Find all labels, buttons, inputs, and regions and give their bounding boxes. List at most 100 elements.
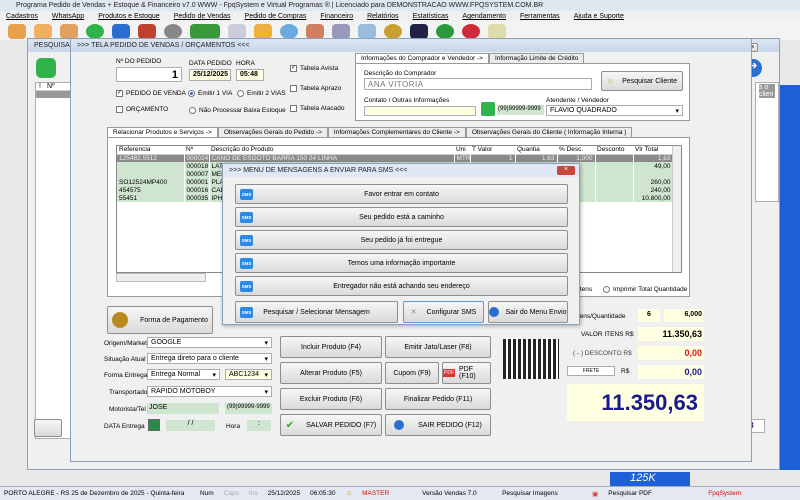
menu-agendamento[interactable]: Agendamento xyxy=(462,13,506,22)
tabela-aprazo-checkbox[interactable]: Tabela Aprazo xyxy=(290,85,341,92)
grid-scrollbar[interactable] xyxy=(672,146,681,272)
buyer-field[interactable]: ANA VITORIA xyxy=(364,78,592,90)
tabela-avista-checkbox[interactable]: ✓ Tabela Avista xyxy=(290,65,338,72)
tab-produtos[interactable]: Relacionar Produtos e Serviços -> xyxy=(107,127,218,137)
whatsapp-icon[interactable] xyxy=(86,24,104,39)
seller-select[interactable]: FLAVIO QUADRADO ▾ xyxy=(546,105,683,116)
users-icon[interactable] xyxy=(60,24,78,39)
folder-icon[interactable] xyxy=(254,24,272,39)
coin-icon[interactable] xyxy=(384,24,402,39)
column-header[interactable]: T Valor xyxy=(470,146,515,154)
menu-relatorios[interactable]: Relatórios xyxy=(367,13,399,22)
emitir-button[interactable]: Emitir Jato/Laser (F8) xyxy=(385,336,491,358)
boxes-icon[interactable] xyxy=(306,24,324,39)
entrega-select[interactable]: Entrega Normal ▾ xyxy=(147,369,220,380)
column-header[interactable]: Nº xyxy=(184,146,209,154)
tab-info-complementares[interactable]: Informações Complementares do Cliente -> xyxy=(327,127,466,137)
motorista-tel-field[interactable]: (99)99999-9999 xyxy=(225,403,272,414)
sms-message-button[interactable]: SMS Seu pedido já foi entregue xyxy=(235,230,568,250)
cash-icon[interactable] xyxy=(190,24,220,39)
column-header[interactable]: Referencia xyxy=(117,146,184,154)
search-pdf-button[interactable]: Pesquisar PDF xyxy=(608,490,668,497)
sms-message-button[interactable]: SMS Seu pedido está a caminho xyxy=(235,207,568,227)
menu-ferramentas[interactable]: Ferramentas xyxy=(520,13,560,22)
menu-pedido-vendas[interactable]: Pedido de Vendas xyxy=(174,13,231,22)
tab-observacoes-cliente[interactable]: Observações Gerais do Cliente ( Informaç… xyxy=(465,127,633,137)
sms-message-button[interactable]: SMS Favor entrar em contato xyxy=(235,184,568,204)
data-entrega-field[interactable]: / / xyxy=(166,420,215,431)
sms-message-button[interactable]: SMS Entregador não está achando seu ender… xyxy=(235,276,568,296)
date-field[interactable]: 25/12/2025 xyxy=(189,69,231,81)
column-header[interactable]: Uni xyxy=(454,146,470,154)
origem-select[interactable]: GOOGLE ▾ xyxy=(147,337,272,348)
search-client-button[interactable]: ☺ Pesquisar Cliente xyxy=(601,71,683,91)
tab-buyer-info[interactable]: Informações do Comprador e Vendedor -> xyxy=(355,53,489,63)
nao-processar-radio[interactable]: Não Processar Baixa Estoque xyxy=(189,107,286,114)
calendar-icon[interactable] xyxy=(148,419,160,431)
book-icon[interactable] xyxy=(410,24,428,39)
alterar-produto-button[interactable]: Alterar Produto (F5) xyxy=(280,362,382,384)
sms-message-button[interactable]: SMS Temos uma informação importante xyxy=(235,253,568,273)
clients-icon[interactable] xyxy=(8,24,26,39)
globe-icon[interactable] xyxy=(280,24,298,39)
menu-estatisticas[interactable]: Estatísticas xyxy=(413,13,449,22)
excluir-produto-button[interactable]: Excluir Produto (F6) xyxy=(280,388,382,410)
table-row[interactable]: 125482.5512 000024 CANO DE ESGOTO BARRA 15… xyxy=(117,154,674,162)
cart-icon[interactable] xyxy=(138,24,156,39)
search-list-right[interactable]: s o clien xyxy=(755,82,779,202)
hora-field[interactable]: : xyxy=(247,420,271,431)
print-total-qty-radio[interactable]: Imprimir Total Quantidade xyxy=(603,286,687,293)
sair-pedido-button[interactable]: SAIR PEDIDO (F12) xyxy=(385,414,491,436)
config-sms-button[interactable]: ✕ Configurar SMS xyxy=(403,301,484,323)
tab-credit-limit[interactable]: Informação Limite de Crédito xyxy=(488,53,585,63)
menu-cadastros[interactable]: Cadastros xyxy=(6,13,38,22)
power-on-icon[interactable] xyxy=(436,24,454,39)
sms-search-button[interactable]: SMS Pesquisar / Selecionar Mensagem xyxy=(235,301,398,323)
tab-observacoes-pedido[interactable]: Observações Gerais do Pedido -> xyxy=(217,127,328,137)
menu-financeiro[interactable]: Financeiro xyxy=(320,13,353,22)
frete-field[interactable]: FRETE xyxy=(567,366,615,376)
column-header[interactable]: Quantia xyxy=(515,146,557,154)
user-icon[interactable] xyxy=(34,24,52,39)
refresh-button[interactable] xyxy=(34,419,62,437)
menu-pedido-compras[interactable]: Pedido de Compras xyxy=(245,13,307,22)
emitir-1via-radio[interactable]: Emitir 1 VIA xyxy=(188,90,232,97)
grid-horizontal-scrollbar[interactable] xyxy=(116,273,206,282)
incluir-produto-button[interactable]: Incluir Produto (F4) xyxy=(280,336,382,358)
power-off-icon[interactable] xyxy=(462,24,480,39)
exit-sms-button[interactable]: Sair do Menu Envio xyxy=(488,301,568,323)
motorista-field[interactable]: JOSE xyxy=(147,403,219,414)
sms-icon[interactable] xyxy=(112,24,130,39)
tabela-atacado-checkbox[interactable]: Tabela Atacado xyxy=(290,105,344,112)
orcamento-checkbox[interactable]: ORÇAMENTO xyxy=(116,106,168,113)
whatsapp-icon[interactable] xyxy=(36,58,56,78)
cupom-button[interactable]: Cupom (F9) xyxy=(385,362,439,384)
transportador-select[interactable]: RAPIDO MOTOBOY ▾ xyxy=(147,386,272,397)
search-list[interactable]: ! Nº xyxy=(35,82,71,439)
whatsapp-icon[interactable] xyxy=(481,102,495,116)
report-icon[interactable] xyxy=(358,24,376,39)
document-icon[interactable] xyxy=(228,24,246,39)
column-header[interactable]: % Desc. xyxy=(557,146,595,154)
pdf-button[interactable]: PDF PDF (F10) xyxy=(442,362,491,384)
search-images-button[interactable]: Pesquisar Imagens xyxy=(502,490,582,497)
list-header[interactable]: Nº xyxy=(47,83,55,90)
column-header[interactable]: Descrição do Produto xyxy=(209,146,454,154)
close-button[interactable]: × xyxy=(557,166,575,175)
salvar-pedido-button[interactable]: ✔ SALVAR PEDIDO (F7) xyxy=(280,414,382,436)
emitir-2vias-radio[interactable]: Emitir 2 VIAS xyxy=(237,90,286,97)
payment-button[interactable]: Forma de Pagamento xyxy=(107,306,213,334)
placa-field[interactable]: ABC1234 ▾ xyxy=(225,369,272,380)
pedido-venda-checkbox[interactable]: ✓ PEDIDO DE VENDA xyxy=(116,90,186,97)
menu-whatsapp[interactable]: WhatsApp xyxy=(52,13,84,22)
situacao-select[interactable]: Entrega direto para o cliente ▾ xyxy=(147,353,272,364)
phone-field[interactable]: (99)99999-9999 xyxy=(497,105,544,115)
contact-field[interactable] xyxy=(364,106,476,116)
finalizar-pedido-button[interactable]: Finalizar Pedido (F11) xyxy=(385,388,491,410)
settings-icon[interactable] xyxy=(488,24,506,39)
clock-icon[interactable] xyxy=(164,24,182,39)
time-field[interactable]: 05:48 xyxy=(236,69,264,81)
menu-produtos[interactable]: Produtos e Estoque xyxy=(98,13,160,22)
column-header[interactable]: Vlr Total xyxy=(633,146,673,154)
order-no-field[interactable]: 1 xyxy=(116,67,182,82)
